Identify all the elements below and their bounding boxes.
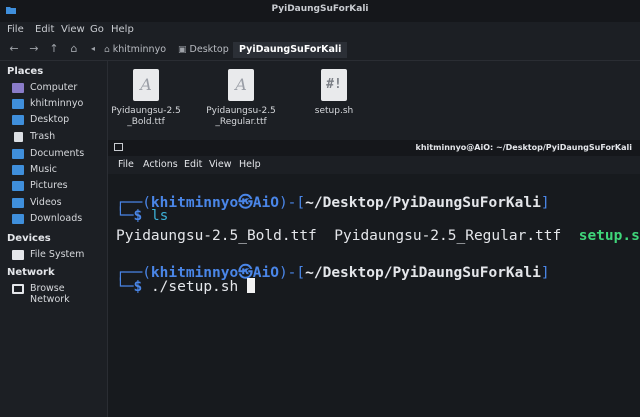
home-icon[interactable]: ⌂ <box>67 42 81 56</box>
breadcrumb-label: Desktop <box>189 44 229 55</box>
file-item[interactable]: #! setup.sh <box>298 69 370 117</box>
terminal-menu-file[interactable]: File <box>118 159 134 170</box>
computer-icon <box>12 83 24 93</box>
sidebar-heading-network: Network <box>7 267 55 278</box>
ls-output: Pyidaungsu-2.5_Bold.ttf Pyidaungsu-2.5_R… <box>116 228 640 244</box>
sidebar-item-computer[interactable]: Computer <box>12 82 106 96</box>
sidebar-item-label: Documents <box>30 148 85 159</box>
terminal-menu-help[interactable]: Help <box>239 159 261 170</box>
ls-entry: Pyidaungsu-2.5_Bold.ttf <box>116 228 317 244</box>
prompt-line: ┌──(khitminnyo㉿AiO)-[~/Desktop/PyiDaungS… <box>116 195 550 211</box>
breadcrumb-label: khitminnyo <box>112 44 167 55</box>
sidebar-heading-places: Places <box>7 66 44 77</box>
sidebar-item-label: Videos <box>30 197 62 208</box>
desktop-folder-icon <box>12 115 24 125</box>
pictures-folder-icon <box>12 181 24 191</box>
sidebar-heading-devices: Devices <box>7 233 51 244</box>
window-title: PyiDaungSuForKali <box>271 4 369 14</box>
prompt-host: AiO <box>252 195 279 211</box>
home-folder-icon <box>12 99 24 109</box>
font-file-icon: A <box>133 69 159 101</box>
network-icon <box>12 284 24 294</box>
file-view: A Pyidaungsu-2.5_Bold.ttf A Pyidaungsu-2… <box>108 61 640 140</box>
desktop-folder-icon: ▣ <box>178 45 187 55</box>
terminal-output[interactable]: ┌──(khitminnyo㉿AiO)-[~/Desktop/PyiDaungS… <box>108 174 640 417</box>
sidebar-item-label: Music <box>30 164 58 175</box>
command-text: ./setup.sh <box>150 279 239 295</box>
prompt-at: ㉿ <box>238 195 253 211</box>
file-name: setup.sh <box>314 106 354 116</box>
sidebar-item-browse-network[interactable]: Browse Network <box>12 283 106 305</box>
videos-folder-icon <box>12 198 24 208</box>
documents-folder-icon <box>12 149 24 159</box>
terminal-icon <box>114 143 123 151</box>
command-text: ls <box>150 208 169 224</box>
sidebar-item-label: Pictures <box>30 180 68 191</box>
prompt-host: AiO <box>252 265 279 281</box>
up-icon[interactable]: ↑ <box>47 42 61 56</box>
menu-view[interactable]: View <box>61 24 85 35</box>
terminal-window[interactable]: khitminnyo@AiO: ~/Desktop/PyiDaungSuForK… <box>108 140 640 417</box>
file-item[interactable]: A Pyidaungsu-2.5_Regular.ttf <box>205 69 277 128</box>
menu-go[interactable]: Go <box>90 24 104 35</box>
ls-entry-exec: setup.sh <box>578 228 640 244</box>
command-line: └─$ ./setup.sh <box>116 278 255 295</box>
sidebar-item-filesystem[interactable]: File System <box>12 249 106 263</box>
prompt-path: ~/Desktop/PyiDaungSuForKali <box>305 195 541 211</box>
terminal-menubar: File Actions Edit View Help <box>108 156 640 174</box>
sidebar-item-label: Trash <box>30 131 56 142</box>
menu-edit[interactable]: Edit <box>35 24 54 35</box>
sidebar-item-videos[interactable]: Videos <box>12 197 106 211</box>
file-name: Pyidaungsu-2.5_Regular.ttf <box>206 106 276 127</box>
sidebar-item-trash[interactable]: Trash <box>12 131 106 145</box>
home-folder-icon: ⌂ <box>104 45 110 55</box>
sidebar-item-label: Computer <box>30 82 78 93</box>
text-cursor <box>246 278 255 293</box>
breadcrumb-home[interactable]: ⌂ khitminnyo <box>98 42 172 58</box>
breadcrumb-current[interactable]: PyiDaungSuForKali <box>233 42 348 58</box>
sidebar-item-label: khitminnyo <box>30 98 84 109</box>
window-titlebar: PyiDaungSuForKali <box>0 0 640 22</box>
terminal-menu-actions[interactable]: Actions <box>143 159 178 170</box>
file-name: Pyidaungsu-2.5_Bold.ttf <box>111 106 181 127</box>
sidebar: Places Computer khitminnyo Desktop Trash… <box>0 61 108 417</box>
font-file-icon: A <box>228 69 254 101</box>
terminal-titlebar: khitminnyo@AiO: ~/Desktop/PyiDaungSuForK… <box>108 140 640 156</box>
trash-icon <box>14 132 23 142</box>
sidebar-item-downloads[interactable]: Downloads <box>12 213 106 227</box>
sidebar-item-label: Downloads <box>30 213 83 224</box>
sidebar-item-documents[interactable]: Documents <box>12 148 106 162</box>
menu-help[interactable]: Help <box>111 24 134 35</box>
file-item[interactable]: A Pyidaungsu-2.5_Bold.ttf <box>110 69 182 128</box>
menu-file[interactable]: File <box>7 24 24 35</box>
ls-entry: Pyidaungsu-2.5_Regular.ttf <box>334 228 562 244</box>
breadcrumb-desktop[interactable]: ▣ Desktop <box>172 42 235 58</box>
sidebar-item-home[interactable]: khitminnyo <box>12 98 106 112</box>
toolbar: ← → ↑ ⌂ ◂ ⌂ khitminnyo ▣ Desktop PyiDaun… <box>0 40 640 61</box>
sidebar-item-desktop[interactable]: Desktop <box>12 114 106 128</box>
sidebar-item-label: File System <box>30 249 85 260</box>
downloads-folder-icon <box>12 214 24 224</box>
terminal-title: khitminnyo@AiO: ~/Desktop/PyiDaungSuForK… <box>415 143 632 152</box>
menubar: File Edit View Go Help <box>0 22 640 40</box>
terminal-menu-edit[interactable]: Edit <box>184 159 202 170</box>
back-icon[interactable]: ← <box>7 42 21 56</box>
prompt-path: ~/Desktop/PyiDaungSuForKali <box>305 265 541 281</box>
music-folder-icon <box>12 165 24 175</box>
sidebar-item-music[interactable]: Music <box>12 164 106 178</box>
forward-icon[interactable]: → <box>27 42 41 56</box>
sidebar-item-pictures[interactable]: Pictures <box>12 180 106 194</box>
drive-icon <box>12 250 24 260</box>
sidebar-item-label: Desktop <box>30 114 70 125</box>
command-line: └─$ ls <box>116 208 169 224</box>
script-file-icon: #! <box>321 69 347 101</box>
sidebar-item-label: Browse Network <box>30 283 70 305</box>
terminal-menu-view[interactable]: View <box>209 159 232 170</box>
